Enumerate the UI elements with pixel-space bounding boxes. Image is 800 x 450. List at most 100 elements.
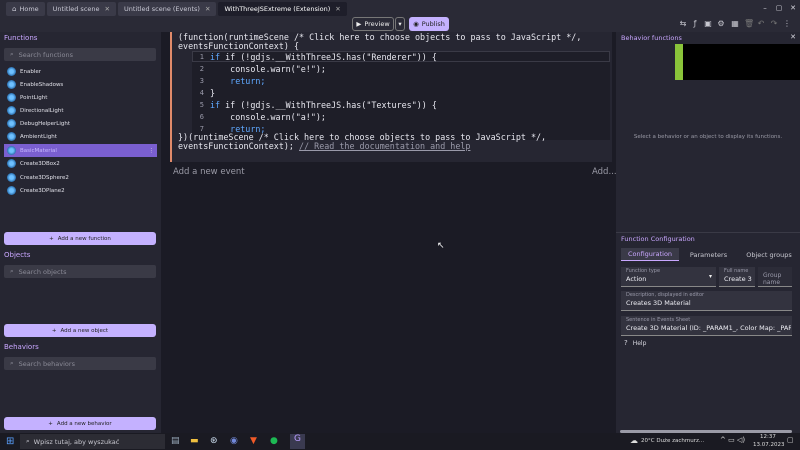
task-view-icon[interactable]: ▤ <box>171 436 180 446</box>
close-icon[interactable]: ✕ <box>205 5 210 13</box>
function-item-enableshadows[interactable]: EnableShadows <box>4 78 157 91</box>
system-tray-icon[interactable]: ^ ▭ ◁) <box>720 436 745 444</box>
clock-time[interactable]: 12:37 <box>760 434 776 440</box>
help-icon: ? <box>624 339 628 347</box>
maximize-icon[interactable]: ▢ <box>772 4 786 12</box>
function-icon[interactable]: ƒ <box>690 19 700 29</box>
code-header-line-2: eventsFunctionContext) { <box>178 41 300 51</box>
minimize-icon[interactable]: – <box>758 4 772 12</box>
discord-icon[interactable]: ◉ <box>230 436 238 446</box>
search-objects-input[interactable]: ⌕ Search objects <box>4 265 156 278</box>
function-icon <box>7 67 16 76</box>
code-line: return; <box>210 76 266 86</box>
preview-options-button[interactable]: ▾ <box>395 17 405 31</box>
tab-object-groups[interactable]: Object groups <box>740 248 798 261</box>
left-panel: Functions ⌕ Search functions Enabler Enab… <box>0 32 161 433</box>
spotify-icon[interactable]: ● <box>270 436 278 446</box>
function-item-create3dplane2[interactable]: Create3DPlane2 <box>4 184 157 197</box>
javascript-code-event[interactable]: (function(runtimeScene /* Click here to … <box>170 32 612 162</box>
search-icon: ⌕ <box>26 437 30 445</box>
more-icon[interactable]: ⋮ <box>782 19 792 29</box>
close-icon[interactable]: ✕ <box>335 5 340 13</box>
chevron-down-icon: ▾ <box>708 273 712 280</box>
function-item-create3dsphere2[interactable]: Create3DSphere2 <box>4 171 157 184</box>
title-bar: ⌂ Home Untitled scene ✕ Untitled scene (Ev… <box>0 0 800 16</box>
add-more-button[interactable]: Add... <box>592 167 617 177</box>
search-icon: ⌕ <box>10 359 14 367</box>
tab-extension[interactable]: WithThreeJSExtreme (Extension) ✕ <box>218 1 347 16</box>
function-item-basicmaterial[interactable]: BasicMaterial ⋮ <box>4 144 157 157</box>
function-configuration-title: Function Configuration <box>621 235 695 243</box>
redo-icon[interactable]: ↷ <box>769 19 779 29</box>
tab-configuration[interactable]: Configuration <box>621 248 679 261</box>
code-line: console.warn("a!"); <box>210 112 326 122</box>
description-input[interactable]: Description, displayed in editor Creates… <box>621 291 792 311</box>
more-icon[interactable]: ⋮ <box>149 148 155 154</box>
brave-icon[interactable]: ▼ <box>250 436 257 446</box>
tab-parameters[interactable]: Parameters <box>682 248 735 261</box>
chevron-down-icon: ▾ <box>398 20 402 28</box>
play-icon: ▶ <box>356 20 362 28</box>
taskbar-search-input[interactable]: ⌕ Wpisz tutaj, aby wyszukać <box>20 434 165 449</box>
weather-text[interactable]: 20°C Duże zachmurz... <box>641 438 704 444</box>
add-function-button[interactable]: + Add a new function <box>4 232 156 245</box>
function-item-ambientlight[interactable]: AmbientLight <box>4 130 157 143</box>
function-icon <box>7 159 16 168</box>
windows-start-icon[interactable]: ⊞ <box>6 436 14 447</box>
tab-home[interactable]: ⌂ Home <box>6 1 45 16</box>
add-object-button[interactable]: + Add a new object <box>4 324 156 337</box>
help-button[interactable]: ? Help <box>624 339 646 347</box>
windows-taskbar: ⊞ ⌕ Wpisz tutaj, aby wyszukać ▤ ▬ ⊛ ◉ ▼ ●… <box>0 433 800 450</box>
close-icon[interactable]: ✕ <box>105 5 110 13</box>
add-behavior-button[interactable]: + Add a new behavior <box>4 417 156 430</box>
sentence-input[interactable]: Sentence in Events Sheet Create 3D Mater… <box>621 316 792 336</box>
code-line: } <box>210 88 216 98</box>
tab-untitled-scene-events[interactable]: Untitled scene (Events) ✕ <box>117 1 217 16</box>
search-behaviors-input[interactable]: ⌕ Search behaviors <box>4 357 156 370</box>
function-item-debughelperlight[interactable]: DebugHelperLight <box>4 117 157 130</box>
steam-icon[interactable]: ⊛ <box>210 436 218 446</box>
documentation-link[interactable]: // Read the documentation and help <box>299 141 470 151</box>
behavior-functions-title: Behavior functions <box>621 34 682 42</box>
code-line: if if (!gdjs.__WithThreeJS.has("Renderer… <box>210 52 437 62</box>
close-window-icon[interactable]: ✕ <box>786 4 800 12</box>
full-name-input[interactable]: Full name Create 3 <box>719 267 755 287</box>
delete-icon[interactable]: 🗑 <box>744 19 754 29</box>
settings-icon[interactable]: ⚙ <box>716 19 726 29</box>
search-icon: ⌕ <box>10 50 14 58</box>
toggle-icon[interactable]: ⇆ <box>678 19 688 29</box>
add-event-button[interactable]: Add a new event <box>173 167 245 177</box>
tab-untitled-scene[interactable]: Untitled scene ✕ <box>46 1 116 16</box>
notification-icon[interactable]: ▢ <box>787 436 794 444</box>
gdevelop-icon[interactable]: G <box>290 434 305 449</box>
resize-handle[interactable] <box>675 44 683 80</box>
publish-button[interactable]: ◉ Publish <box>409 17 449 31</box>
function-type-select[interactable]: Function type Action ▾ <box>621 267 716 287</box>
function-item-enabler[interactable]: Enabler <box>4 65 157 78</box>
toolbar: ▶ Preview ▾ ◉ Publish ⇆ ƒ ▣ ⚙ ▦ 🗑 ↶ ↷ ⋮ <box>0 16 800 32</box>
code-footer-line-2: eventsFunctionContext); // Read the docu… <box>178 141 471 151</box>
close-icon[interactable]: ✕ <box>790 33 796 41</box>
grid-icon[interactable]: ▦ <box>730 19 740 29</box>
behaviors-title: Behaviors <box>4 343 39 351</box>
preview-button[interactable]: ▶ Preview <box>352 17 394 31</box>
code-line: if if (!gdjs.__WithThreeJS.has("Textures… <box>210 100 437 110</box>
search-functions-input[interactable]: ⌕ Search functions <box>4 48 156 61</box>
clock-date[interactable]: 13.07.2023 <box>753 442 785 448</box>
code-line: console.warn("e!"); <box>210 64 326 74</box>
objects-title: Objects <box>4 251 31 259</box>
function-item-directionallight[interactable]: DirectionalLight <box>4 104 157 117</box>
function-icon <box>7 80 16 89</box>
plus-icon: + <box>51 327 57 334</box>
undo-icon[interactable]: ↶ <box>756 19 766 29</box>
function-item-pointlight[interactable]: PointLight <box>4 91 157 104</box>
publish-icon: ◉ <box>413 20 419 28</box>
function-icon <box>7 106 16 115</box>
function-icon <box>7 173 16 182</box>
preview-area <box>683 44 800 80</box>
function-icon <box>7 119 16 128</box>
group-name-input[interactable]: Group name <box>758 267 792 287</box>
message-icon[interactable]: ▣ <box>703 19 713 29</box>
function-item-create3dbox2[interactable]: Create3DBox2 <box>4 157 157 170</box>
file-explorer-icon[interactable]: ▬ <box>190 436 199 446</box>
